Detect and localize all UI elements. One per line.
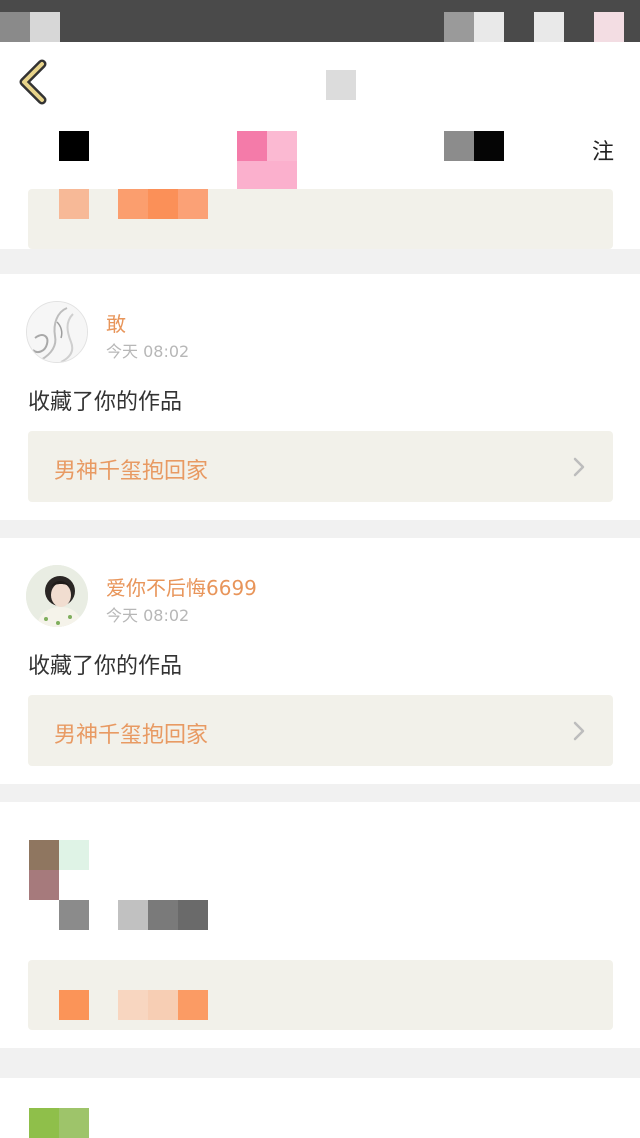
page-title-mosaic (326, 70, 356, 100)
mosaic-block (237, 161, 267, 191)
mosaic-block (148, 900, 178, 930)
mosaic-block (178, 990, 208, 1020)
work-title[interactable]: 男神千玺抱回家 (54, 453, 208, 485)
back-button[interactable] (10, 56, 60, 108)
timestamp: 今天 08:02 (106, 342, 190, 361)
action-text: 收藏了你的作品 (28, 654, 183, 679)
mosaic-block (474, 131, 504, 161)
timestamp: 今天 08:02 (106, 606, 190, 625)
follow-hint-text: 注 (591, 140, 614, 165)
status-mosaic (534, 12, 564, 42)
user-name[interactable]: 爱你不后悔6699 (106, 572, 257, 601)
mosaic-block (29, 840, 59, 870)
mosaic-block (59, 900, 89, 930)
work-title[interactable]: 男神千玺抱回家 (54, 717, 208, 749)
mosaic-block (29, 870, 59, 900)
status-mosaic (474, 12, 504, 42)
mosaic-block (118, 900, 148, 930)
chevron-right-icon (573, 721, 585, 741)
mosaic-block (59, 990, 89, 1020)
notification-card[interactable]: 爱你不后悔6699 今天 08:02 收藏了你的作品 男神千玺抱回家 (0, 538, 640, 784)
mosaic-block (59, 189, 89, 219)
notification-card-partial[interactable] (0, 1078, 640, 1138)
work-reference-box[interactable] (28, 189, 613, 249)
mosaic-block (148, 990, 178, 1020)
mosaic-block (118, 990, 148, 1020)
avatar[interactable] (26, 301, 88, 363)
mosaic-block (444, 131, 474, 161)
mosaic-block (237, 131, 267, 161)
notification-card[interactable]: 敢 今天 08:02 收藏了你的作品 男神千玺抱回家 (0, 274, 640, 520)
mosaic-block (59, 1108, 89, 1138)
status-mosaic (30, 12, 60, 42)
chevron-right-icon (573, 457, 585, 477)
status-mosaic (594, 12, 624, 42)
work-reference-box[interactable] (28, 960, 613, 1030)
mosaic-block (59, 131, 89, 161)
mosaic-block (29, 1108, 59, 1138)
mosaic-block (178, 900, 208, 930)
work-reference-box[interactable]: 男神千玺抱回家 (28, 695, 613, 766)
status-mosaic (444, 12, 474, 42)
mosaic-block (267, 131, 297, 161)
status-bar (0, 0, 640, 42)
status-mosaic (0, 12, 30, 42)
avatar[interactable] (26, 565, 88, 627)
mosaic-block (178, 189, 208, 219)
back-chevron-icon (19, 59, 47, 105)
page: 注 敢 今天 08:02 收藏了你的作品 男神千玺抱回家 爱你不后悔6699 今… (0, 0, 640, 1138)
user-name[interactable]: 敢 (106, 308, 126, 337)
mosaic-block (59, 840, 89, 870)
notification-card-obscured[interactable] (0, 802, 640, 1048)
mosaic-block (118, 189, 148, 219)
sketch-avatar-icon (27, 302, 87, 362)
mosaic-block (267, 161, 297, 191)
work-reference-box[interactable]: 男神千玺抱回家 (28, 431, 613, 502)
action-text: 收藏了你的作品 (28, 390, 183, 415)
mosaic-block (148, 189, 178, 219)
nav-bar (0, 42, 640, 122)
girl-avatar-icon (26, 565, 88, 627)
notification-card-partial[interactable]: 注 (0, 122, 640, 249)
